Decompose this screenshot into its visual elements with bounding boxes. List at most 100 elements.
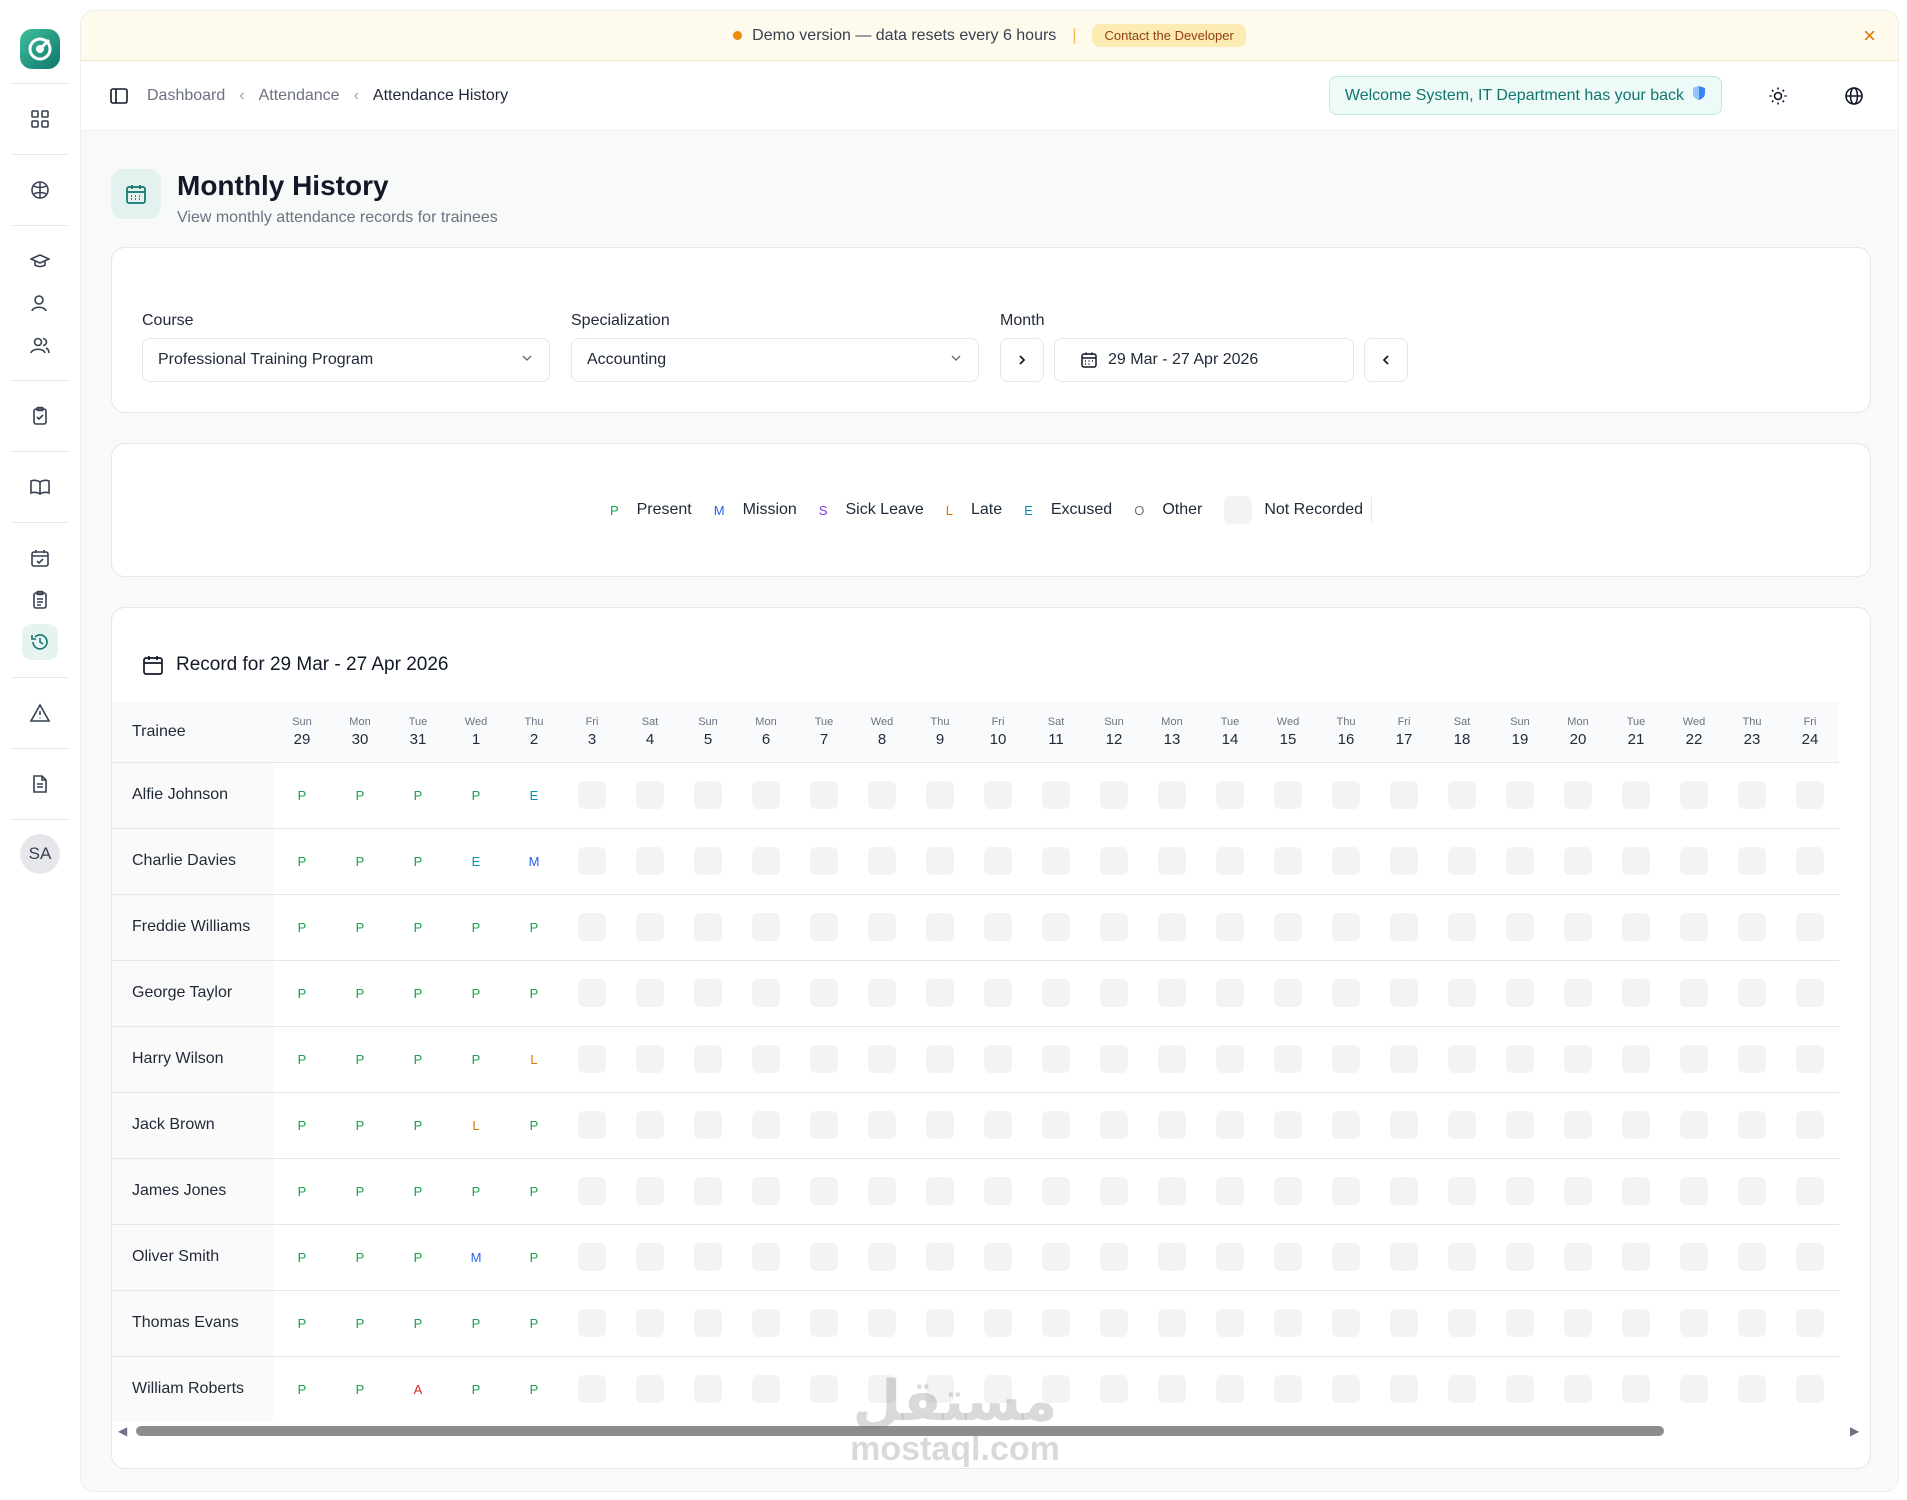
not-recorded-cell[interactable] — [1433, 1356, 1491, 1422]
attendance-mark[interactable]: M — [505, 828, 563, 895]
breadcrumb-dashboard[interactable]: Dashboard — [147, 87, 225, 105]
not-recorded-cell[interactable] — [679, 1158, 737, 1225]
not-recorded-cell[interactable] — [1433, 894, 1491, 961]
not-recorded-cell[interactable] — [1201, 1224, 1259, 1291]
not-recorded-cell[interactable] — [1549, 1158, 1607, 1225]
not-recorded-cell[interactable] — [1201, 1158, 1259, 1225]
not-recorded-cell[interactable] — [911, 960, 969, 1027]
not-recorded-cell[interactable] — [563, 1290, 621, 1357]
not-recorded-cell[interactable] — [1259, 960, 1317, 1027]
attendance-mark[interactable]: L — [505, 1026, 563, 1093]
attendance-mark[interactable]: P — [273, 960, 331, 1027]
not-recorded-cell[interactable] — [1201, 762, 1259, 829]
not-recorded-cell[interactable] — [1781, 762, 1839, 829]
not-recorded-cell[interactable] — [1259, 1092, 1317, 1159]
not-recorded-cell[interactable] — [1607, 1158, 1665, 1225]
not-recorded-cell[interactable] — [969, 960, 1027, 1027]
not-recorded-cell[interactable] — [563, 1092, 621, 1159]
attendance-mark[interactable]: P — [505, 1092, 563, 1159]
previous-month-button[interactable] — [1364, 338, 1408, 382]
not-recorded-cell[interactable] — [1259, 1224, 1317, 1291]
not-recorded-cell[interactable] — [1143, 1356, 1201, 1422]
attendance-mark[interactable]: P — [273, 1356, 331, 1422]
not-recorded-cell[interactable] — [1143, 762, 1201, 829]
not-recorded-cell[interactable] — [1723, 1224, 1781, 1291]
not-recorded-cell[interactable] — [1027, 828, 1085, 895]
not-recorded-cell[interactable] — [1665, 1026, 1723, 1093]
not-recorded-cell[interactable] — [1781, 1224, 1839, 1291]
not-recorded-cell[interactable] — [1491, 960, 1549, 1027]
not-recorded-cell[interactable] — [853, 762, 911, 829]
not-recorded-cell[interactable] — [1607, 828, 1665, 895]
not-recorded-cell[interactable] — [1085, 1356, 1143, 1422]
not-recorded-cell[interactable] — [1085, 894, 1143, 961]
not-recorded-cell[interactable] — [1491, 762, 1549, 829]
attendance-mark[interactable]: P — [273, 1026, 331, 1093]
attendance-mark[interactable]: P — [273, 1290, 331, 1357]
user-icon[interactable] — [22, 285, 58, 321]
not-recorded-cell[interactable] — [679, 894, 737, 961]
attendance-mark[interactable]: P — [505, 1224, 563, 1291]
not-recorded-cell[interactable] — [1549, 1290, 1607, 1357]
graduation-cap-icon[interactable] — [22, 243, 58, 279]
not-recorded-cell[interactable] — [679, 1356, 737, 1422]
not-recorded-cell[interactable] — [911, 1290, 969, 1357]
not-recorded-cell[interactable] — [737, 1158, 795, 1225]
not-recorded-cell[interactable] — [1433, 960, 1491, 1027]
not-recorded-cell[interactable] — [1607, 1026, 1665, 1093]
not-recorded-cell[interactable] — [1085, 1224, 1143, 1291]
not-recorded-cell[interactable] — [1143, 894, 1201, 961]
not-recorded-cell[interactable] — [1085, 762, 1143, 829]
not-recorded-cell[interactable] — [621, 960, 679, 1027]
not-recorded-cell[interactable] — [1723, 1356, 1781, 1422]
attendance-mark[interactable]: P — [389, 1026, 447, 1093]
not-recorded-cell[interactable] — [1723, 1158, 1781, 1225]
not-recorded-cell[interactable] — [1317, 1290, 1375, 1357]
not-recorded-cell[interactable] — [1085, 960, 1143, 1027]
not-recorded-cell[interactable] — [1027, 1026, 1085, 1093]
not-recorded-cell[interactable] — [679, 1224, 737, 1291]
not-recorded-cell[interactable] — [1491, 1290, 1549, 1357]
not-recorded-cell[interactable] — [911, 762, 969, 829]
not-recorded-cell[interactable] — [1201, 1290, 1259, 1357]
not-recorded-cell[interactable] — [853, 894, 911, 961]
not-recorded-cell[interactable] — [1085, 1092, 1143, 1159]
attendance-mark[interactable]: P — [331, 1158, 389, 1225]
attendance-mark[interactable]: E — [505, 762, 563, 829]
attendance-mark[interactable]: P — [273, 894, 331, 961]
not-recorded-cell[interactable] — [621, 1356, 679, 1422]
not-recorded-cell[interactable] — [563, 1356, 621, 1422]
not-recorded-cell[interactable] — [1317, 762, 1375, 829]
not-recorded-cell[interactable] — [1781, 1356, 1839, 1422]
not-recorded-cell[interactable] — [1607, 894, 1665, 961]
attendance-mark[interactable]: P — [273, 1092, 331, 1159]
not-recorded-cell[interactable] — [1433, 1026, 1491, 1093]
not-recorded-cell[interactable] — [737, 1026, 795, 1093]
not-recorded-cell[interactable] — [1317, 1158, 1375, 1225]
not-recorded-cell[interactable] — [853, 1026, 911, 1093]
not-recorded-cell[interactable] — [1375, 1026, 1433, 1093]
attendance-mark[interactable]: P — [389, 1224, 447, 1291]
scroll-right-arrow-icon[interactable]: ▶ — [1850, 1424, 1864, 1438]
not-recorded-cell[interactable] — [1433, 828, 1491, 895]
attendance-mark[interactable]: P — [331, 894, 389, 961]
not-recorded-cell[interactable] — [1607, 1224, 1665, 1291]
not-recorded-cell[interactable] — [853, 828, 911, 895]
attendance-mark[interactable]: P — [389, 1290, 447, 1357]
theme-toggle-sun-icon[interactable] — [1760, 78, 1796, 114]
not-recorded-cell[interactable] — [1723, 1290, 1781, 1357]
globe-brain-icon[interactable] — [22, 172, 58, 208]
breadcrumb-attendance[interactable]: Attendance — [259, 87, 340, 105]
not-recorded-cell[interactable] — [1317, 1356, 1375, 1422]
not-recorded-cell[interactable] — [969, 1224, 1027, 1291]
not-recorded-cell[interactable] — [969, 1026, 1027, 1093]
not-recorded-cell[interactable] — [563, 828, 621, 895]
not-recorded-cell[interactable] — [1665, 1356, 1723, 1422]
not-recorded-cell[interactable] — [1433, 1224, 1491, 1291]
not-recorded-cell[interactable] — [1549, 1026, 1607, 1093]
attendance-mark[interactable]: M — [447, 1224, 505, 1291]
not-recorded-cell[interactable] — [1317, 1092, 1375, 1159]
not-recorded-cell[interactable] — [969, 1092, 1027, 1159]
attendance-mark[interactable]: P — [331, 828, 389, 895]
not-recorded-cell[interactable] — [1549, 1092, 1607, 1159]
